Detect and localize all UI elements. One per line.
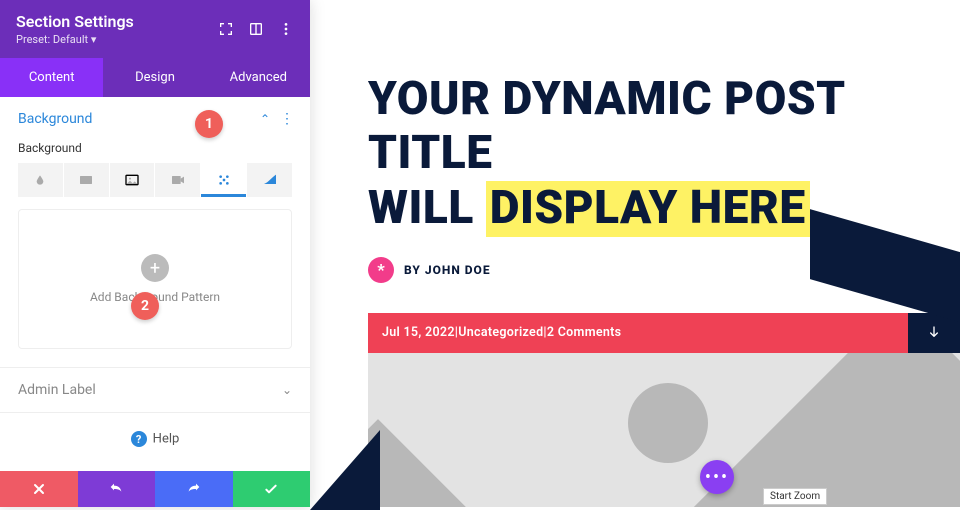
- admin-label-title: Admin Label: [18, 382, 96, 398]
- more-icon[interactable]: [278, 21, 294, 37]
- drag-handle-icon[interactable]: ⋮: [280, 111, 292, 127]
- redo-button[interactable]: [155, 471, 233, 507]
- annotation-badge-2: 2: [131, 292, 159, 320]
- undo-button[interactable]: [78, 471, 156, 507]
- decorative-corner: [310, 430, 380, 510]
- header-icons: [218, 21, 294, 37]
- focus-icon[interactable]: [218, 21, 234, 37]
- background-title: Background: [18, 111, 92, 127]
- bg-tab-gradient[interactable]: [64, 163, 110, 197]
- module-menu-button[interactable]: •••: [700, 460, 734, 494]
- bg-tab-mask[interactable]: [247, 163, 292, 197]
- chevron-up-icon: ⌃: [260, 112, 270, 126]
- cancel-button[interactable]: [0, 471, 78, 507]
- preset-selector[interactable]: Preset: Default ▾: [16, 33, 134, 46]
- tab-content[interactable]: Content: [0, 58, 103, 97]
- post-title-line1: YOUR DYNAMIC POST TITLE: [368, 72, 960, 181]
- help-icon: ?: [131, 431, 147, 447]
- background-field-label: Background: [0, 141, 310, 163]
- accordion-background: Background ⌃ ⋮ Background + Add Backgrou…: [0, 97, 310, 368]
- meta-bar: Jul 15, 2022 | Uncategorized | 2 Comment…: [368, 313, 960, 353]
- background-type-tabs: [0, 163, 310, 209]
- tab-advanced[interactable]: Advanced: [207, 58, 310, 97]
- panel-body: Background ⌃ ⋮ Background + Add Backgrou…: [0, 97, 310, 471]
- column-icon[interactable]: [248, 21, 264, 37]
- settings-panel: Section Settings Preset: Default ▾ Conte…: [0, 0, 310, 507]
- bg-tab-color[interactable]: [18, 163, 64, 197]
- footer-actions: [0, 471, 310, 507]
- bg-tab-video[interactable]: [155, 163, 201, 197]
- post-title-highlight: DISPLAY HERE: [486, 181, 810, 237]
- plus-icon: +: [141, 254, 169, 282]
- start-zoom-tooltip: Start Zoom: [763, 488, 827, 505]
- asterisk-icon: *: [368, 257, 394, 283]
- help-link[interactable]: ?Help: [0, 413, 310, 465]
- featured-image-placeholder: [368, 353, 960, 507]
- preview-area: YOUR DYNAMIC POST TITLE WILL DISPLAY HER…: [368, 0, 960, 507]
- bg-tab-pattern[interactable]: [201, 163, 247, 197]
- accordion-head-background[interactable]: Background ⌃ ⋮: [0, 97, 310, 141]
- add-background-pattern[interactable]: + Add Background Pattern: [18, 209, 292, 349]
- panel-title-block: Section Settings Preset: Default ▾: [16, 12, 134, 46]
- accordion-admin-label: Admin Label ⌄: [0, 368, 310, 413]
- annotation-badge-1: 1: [195, 110, 223, 138]
- save-button[interactable]: [233, 471, 311, 507]
- panel-title: Section Settings: [16, 12, 134, 31]
- panel-header: Section Settings Preset: Default ▾: [0, 0, 310, 58]
- byline-text: BY JOHN DOE: [404, 263, 491, 277]
- placeholder-mountain: [368, 419, 562, 507]
- tab-design[interactable]: Design: [103, 58, 206, 97]
- bg-tab-image[interactable]: [110, 163, 156, 197]
- post-title: YOUR DYNAMIC POST TITLE WILL DISPLAY HER…: [368, 72, 960, 235]
- meta-text: Jul 15, 2022 | Uncategorized | 2 Comment…: [368, 313, 908, 353]
- accordion-head-admin-label[interactable]: Admin Label ⌄: [0, 368, 310, 412]
- placeholder-sun: [628, 383, 708, 463]
- settings-tabs: Content Design Advanced: [0, 58, 310, 97]
- chevron-down-icon: ⌄: [282, 383, 292, 397]
